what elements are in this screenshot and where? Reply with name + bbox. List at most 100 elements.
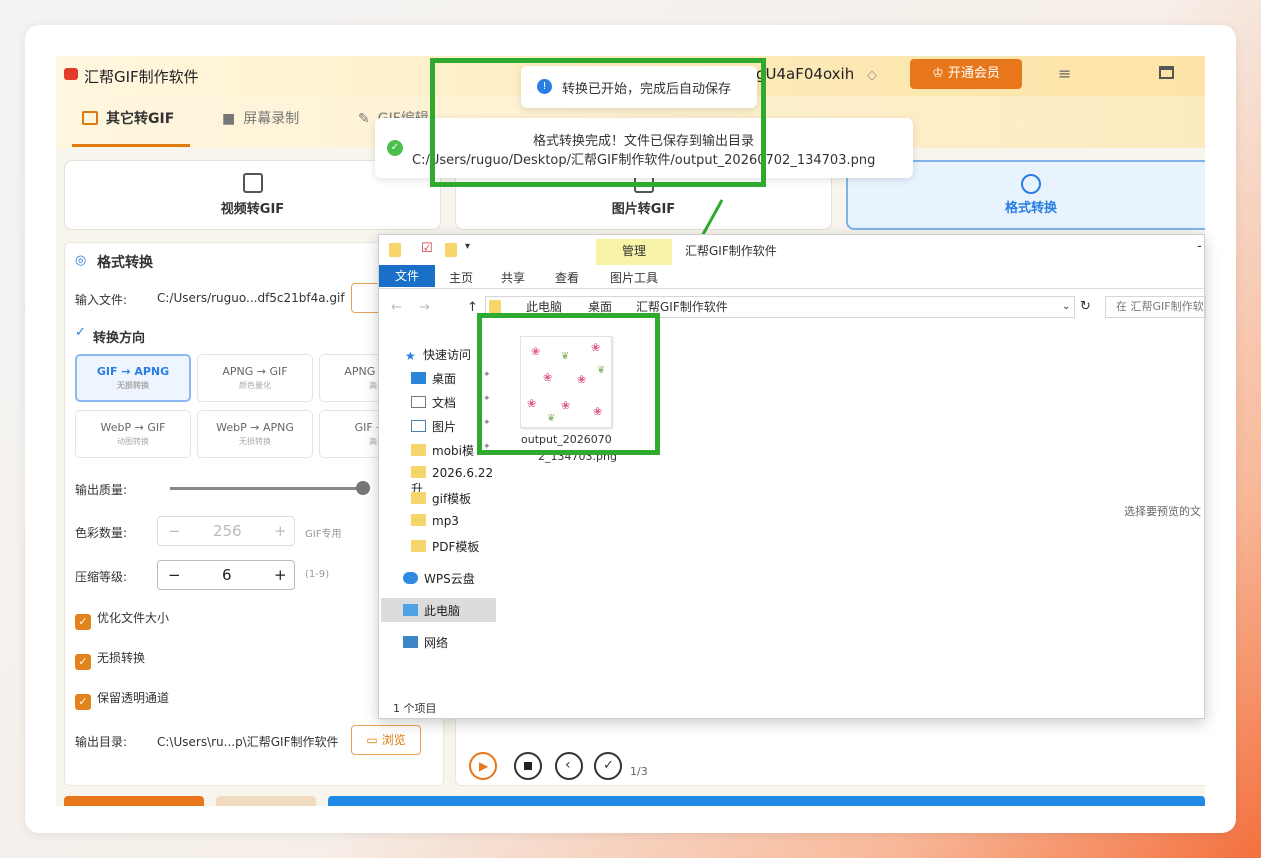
picture-icon [411,420,426,432]
colors-stepper[interactable]: − 256 + [157,516,295,546]
new-folder-icon[interactable] [445,243,457,257]
tab-other-to-gif[interactable]: 其它转GIF [82,108,174,128]
highlight-box-toast [430,58,766,187]
computer-icon [403,604,418,616]
option-optimize-size[interactable]: ✓ 优化文件大小 [75,609,169,630]
nav-label: mp3 [432,514,459,528]
option-label: 保留透明通道 [97,691,170,705]
address-dropdown-icon[interactable]: ⌄ [1062,297,1070,317]
app-logo-icon [64,68,78,80]
user-name[interactable]: gU4aF04oxih [756,65,854,83]
active-tab-underline [72,144,190,147]
plus-icon[interactable]: + [274,522,287,540]
input-value: C:/Users/ruguo...df5c21bf4a.gif [157,291,345,305]
nav-documents[interactable]: 文档 [411,394,456,411]
compress-stepper[interactable]: − 6 + [157,560,295,590]
nav-quick-access[interactable]: ★ 快速访问 [405,346,471,363]
format-sub: 颜色量化 [239,381,271,390]
minus-icon[interactable]: − [168,566,181,584]
nav-folder-gif[interactable]: gif模板 [411,490,471,507]
ribbon-tab-view[interactable]: 查看 [555,269,579,286]
format-icon: ◎ [75,253,87,268]
format-option[interactable]: APNG → GIF 颜色量化 [197,354,313,402]
output-value: C:\Users\ru...p\汇帮GIF制作软件 [157,735,339,749]
vip-button[interactable]: ♔ 开通会员 [910,59,1022,89]
ribbon-manage-label: 管理 [621,244,646,258]
prev-button[interactable]: ‹ [555,752,583,780]
nav-folder-mp3[interactable]: mp3 [411,514,459,528]
bottom-bar-beige[interactable] [216,796,316,806]
format-option[interactable]: GIF → APNG 无损转换 [75,354,191,402]
format-name: WebP → GIF [100,421,166,434]
folder-icon [411,492,426,504]
ribbon-tab-file[interactable]: 文件 [379,265,435,287]
back-icon[interactable]: ← [391,300,402,315]
ribbon-tab-label: 文件 [394,269,419,283]
nav-label: mobi模 [432,444,474,458]
option-keep-alpha[interactable]: ✓ 保留透明通道 [75,689,169,710]
browse-button[interactable]: ▭ 浏览 [351,725,421,755]
nav-this-pc[interactable]: 此电脑 [403,602,460,619]
forward-icon[interactable]: → [419,300,430,315]
chevron-left-icon: ‹ [565,757,571,773]
nav-folder-mobi[interactable]: mobi模 [411,442,474,459]
refresh-icon[interactable]: ↻ [1080,299,1091,314]
format-sub: 无损转换 [117,381,149,390]
plus-icon[interactable]: + [274,566,287,584]
compress-hint: (1-9) [305,569,330,580]
maximize-icon[interactable] [1159,66,1174,79]
nav-network[interactable]: 网络 [403,634,448,651]
format-option[interactable]: WebP → APNG 无损转换 [197,410,313,458]
search-placeholder: 在 汇帮GIF制作软 [1116,300,1204,313]
tab-label: 屏幕录制 [243,111,300,127]
ribbon-tab-share[interactable]: 共享 [501,269,525,286]
quality-slider[interactable] [170,487,370,490]
folder-icon [411,466,426,478]
colors-hint: GIF专用 [305,529,342,540]
play-button[interactable]: ▶ [469,752,497,780]
option-label: 无损转换 [97,651,146,665]
quality-slider-thumb[interactable] [356,481,370,495]
colors-value: 256 [213,522,242,540]
nav-wps-cloud[interactable]: WPS云盘 [403,570,475,587]
diamond-icon: ◇ [867,68,877,83]
app-title: 汇帮GIF制作软件 [84,68,199,86]
tab-screen-record[interactable]: ■ 屏幕录制 [222,108,299,128]
ribbon-divider [379,288,1206,289]
menu-icon[interactable]: ≡ [1058,64,1071,83]
desktop-icon [411,372,426,384]
format-option[interactable]: WebP → GIF 动图转换 [75,410,191,458]
confirm-button[interactable]: ✓ [594,752,622,780]
output-label: 输出目录: [75,735,128,749]
play-icon: ▶ [479,759,489,773]
nav-folder-pdf[interactable]: PDF模板 [411,538,479,555]
ribbon-tab-picture-tools[interactable]: 图片工具 [610,269,658,286]
preview-hint: 选择要预览的文 [1124,505,1201,518]
status-bar-count: 1 个项目 [393,702,437,715]
option-label: 优化文件大小 [97,611,170,625]
ribbon-manage-tab[interactable]: 管理 [596,239,672,265]
nav-label: 网络 [424,636,449,650]
bottom-bar-blue[interactable] [328,796,1205,806]
folder-icon [411,514,426,526]
format-sub: 动图转换 [117,437,149,446]
compress-label: 压缩等级: [75,570,128,584]
minimize-icon[interactable]: ‐ [1197,239,1202,254]
dropdown-icon[interactable]: ▾ [465,241,470,252]
browse-label: 浏览 [381,733,406,747]
properties-icon[interactable]: ☑ [421,241,433,256]
option-lossless[interactable]: ✓ 无损转换 [75,649,145,670]
stop-button[interactable] [514,752,542,780]
minus-icon[interactable]: − [168,522,181,540]
search-box[interactable]: 在 汇帮GIF制作软 [1105,296,1206,318]
nav-label: 此电脑 [424,604,461,618]
ribbon-tab-home[interactable]: 主页 [449,269,473,286]
nav-desktop[interactable]: 桌面 [411,370,456,387]
colors-label: 色彩数量: [75,526,128,540]
bottom-bar-orange[interactable] [64,796,204,806]
format-name: APNG → GIF [222,365,288,378]
nav-pictures[interactable]: 图片 [411,418,456,435]
cloud-icon [403,572,418,584]
nav-label: 图片 [432,420,457,434]
nav-label: 桌面 [432,372,457,386]
